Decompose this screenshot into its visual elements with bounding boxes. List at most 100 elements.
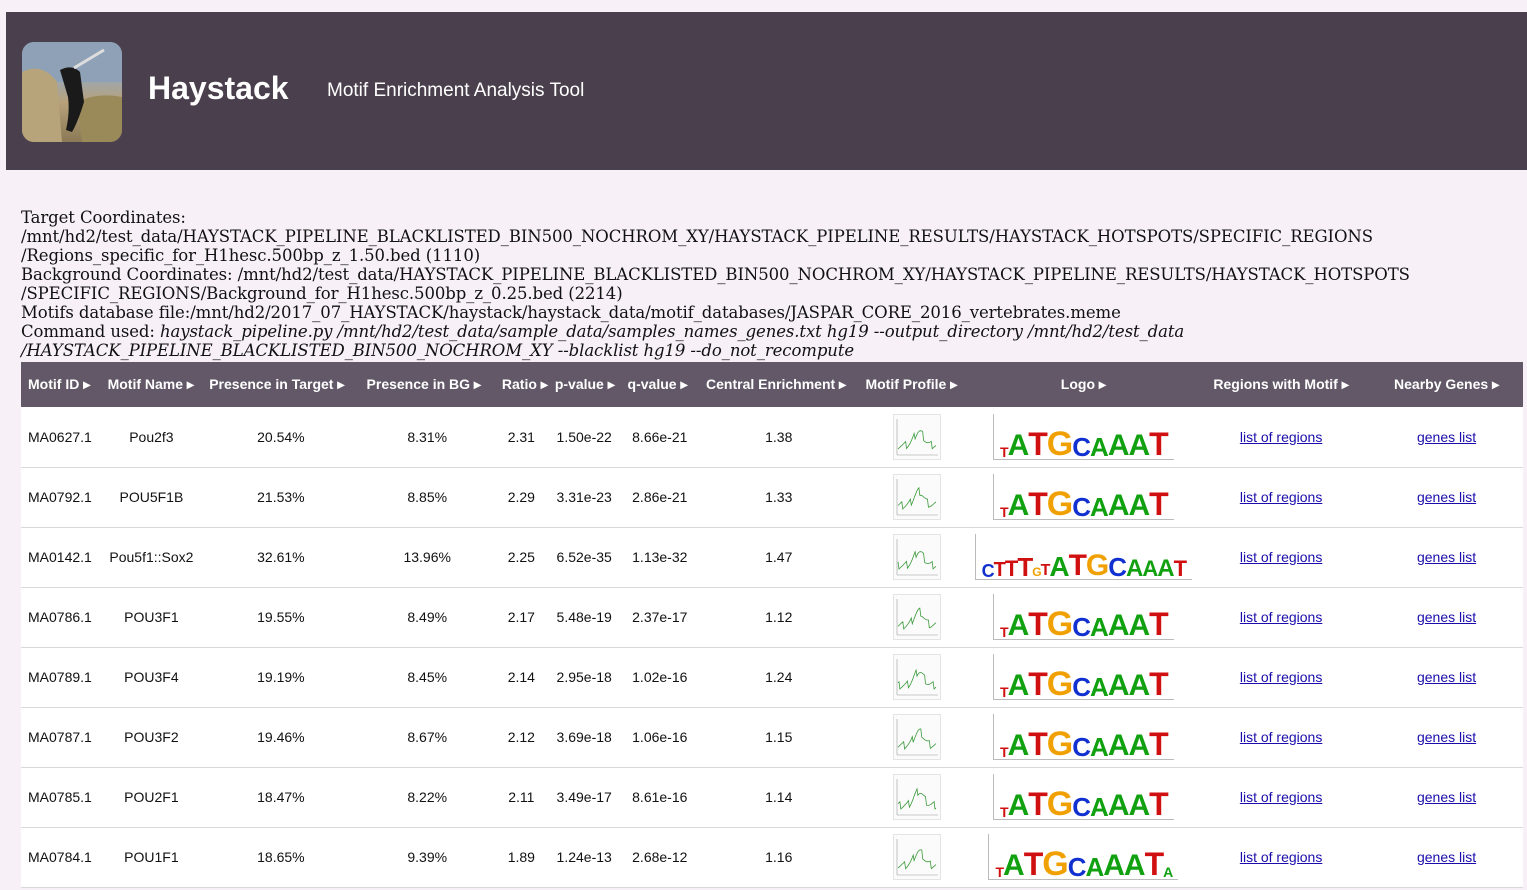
col-ratio[interactable]: Ratio ▸ bbox=[495, 362, 548, 407]
presence-bg-cell: 8.49% bbox=[407, 609, 448, 625]
motif-results-table: Motif ID ▸ Motif Name ▸ Presence in Targ… bbox=[21, 362, 1523, 888]
logo-cell: CTTTGTATGCAAAT bbox=[974, 527, 1193, 587]
p-value-cell: 2.95e-18 bbox=[556, 669, 612, 685]
logo-cell: TATGCAAAT bbox=[975, 467, 1192, 527]
sequence-logo-image[interactable]: TATGCAAAT bbox=[993, 774, 1174, 821]
p-value-cell: 1.24e-13 bbox=[556, 849, 612, 865]
logo-cell: TATGCAAAT bbox=[975, 767, 1192, 827]
table-row: MA0785.1 POU2F1 18.47% 8.22% 2.11 3.49e-17 8.6… bbox=[21, 767, 1523, 827]
motif-profile-thumbnail[interactable] bbox=[892, 654, 941, 700]
ratio-cell: 2.17 bbox=[507, 609, 535, 625]
sequence-logo-image[interactable]: TATGCAAAT bbox=[993, 413, 1174, 461]
list-of-regions-link[interactable]: list of regions bbox=[1240, 729, 1322, 745]
list-of-regions-link[interactable]: list of regions bbox=[1240, 849, 1322, 865]
presence-bg-cell: 8.67% bbox=[407, 729, 448, 745]
genes-list-link[interactable]: genes list bbox=[1417, 609, 1476, 625]
regions-link-cell: list of regions bbox=[1192, 587, 1370, 647]
table-header-row: Motif ID ▸ Motif Name ▸ Presence in Targ… bbox=[21, 362, 1523, 407]
motif-id-cell: MA0784.1 bbox=[28, 849, 92, 865]
haystack-logo-image bbox=[22, 42, 122, 142]
genes-list-link[interactable]: genes list bbox=[1417, 429, 1476, 445]
command-used: Command used: haystack_pipeline.py /mnt/… bbox=[21, 322, 1521, 360]
motif-name-cell: POU3F2 bbox=[124, 729, 179, 745]
motif-profile-thumbnail[interactable] bbox=[892, 594, 941, 640]
genes-link-cell: genes list bbox=[1370, 407, 1523, 467]
sequence-logo-image[interactable]: TATGCAAAT bbox=[993, 594, 1174, 641]
list-of-regions-link[interactable]: list of regions bbox=[1240, 489, 1322, 505]
sequence-logo-image[interactable]: TATGCAAAT bbox=[993, 474, 1174, 521]
col-motif-name[interactable]: Motif Name ▸ bbox=[101, 362, 203, 407]
motif-profile-cell bbox=[858, 647, 974, 707]
logo-cell: TATGCAAATA bbox=[975, 827, 1192, 887]
q-value-cell: 2.37e-17 bbox=[632, 609, 688, 625]
central-enrichment-cell: 1.16 bbox=[765, 849, 793, 865]
list-of-regions-link[interactable]: list of regions bbox=[1240, 609, 1322, 625]
genes-list-link[interactable]: genes list bbox=[1417, 489, 1476, 505]
motif-id-cell: MA0785.1 bbox=[28, 789, 92, 805]
motif-profile-thumbnail[interactable] bbox=[892, 774, 941, 820]
logo-cell: TATGCAAAT bbox=[975, 707, 1192, 767]
q-value-cell: 1.13e-32 bbox=[632, 549, 688, 565]
genes-list-link[interactable]: genes list bbox=[1417, 789, 1476, 805]
genes-list-link[interactable]: genes list bbox=[1417, 729, 1476, 745]
sequence-logo-image[interactable]: TATGCAAAT bbox=[993, 654, 1174, 701]
sequence-logo-image[interactable]: CTTTGTATGCAAAT bbox=[974, 534, 1193, 581]
table-row: MA0627.1 Pou2f3 20.54% 8.31% 2.31 1.50e-22 8.6… bbox=[21, 407, 1523, 467]
genes-link-cell: genes list bbox=[1370, 647, 1523, 707]
col-p-value[interactable]: p-value ▸ bbox=[548, 362, 621, 407]
motifs-label: Motifs database file: bbox=[21, 303, 191, 322]
motif-profile-thumbnail[interactable] bbox=[892, 413, 941, 460]
motif-profile-thumbnail[interactable] bbox=[892, 714, 941, 760]
genes-link-cell: genes list bbox=[1370, 827, 1523, 887]
regions-link-cell: list of regions bbox=[1192, 527, 1370, 587]
motif-name-cell: Pou5f1::Sox2 bbox=[109, 549, 194, 565]
sequence-logo-image[interactable]: TATGCAAAT bbox=[993, 714, 1174, 761]
motif-profile-cell bbox=[858, 767, 974, 827]
ratio-cell: 2.11 bbox=[508, 789, 535, 805]
col-presence-bg[interactable]: Presence in BG ▸ bbox=[360, 362, 495, 407]
regions-link-cell: list of regions bbox=[1192, 827, 1370, 887]
presence-target-cell: 18.47% bbox=[257, 789, 305, 805]
presence-bg-cell: 8.85% bbox=[407, 489, 448, 505]
col-nearby-genes[interactable]: Nearby Genes ▸ bbox=[1370, 362, 1523, 407]
col-central-enrichment[interactable]: Central Enrichment ▸ bbox=[699, 362, 858, 407]
table-row: MA0789.1 POU3F4 19.19% 8.45% 2.14 2.95e-18 1.0… bbox=[21, 647, 1523, 707]
genes-list-link[interactable]: genes list bbox=[1417, 549, 1476, 565]
sequence-logo-image[interactable]: TATGCAAATA bbox=[988, 834, 1179, 881]
q-value-cell: 8.61e-16 bbox=[632, 789, 688, 805]
presence-target-cell: 32.61% bbox=[257, 549, 305, 565]
col-motif-id[interactable]: Motif ID ▸ bbox=[21, 362, 101, 407]
motif-id-cell: MA0786.1 bbox=[28, 609, 92, 625]
motif-name-cell: POU1F1 bbox=[124, 849, 179, 865]
motifs-value: /mnt/hd2/2017_07_HAYSTACK/haystack/hayst… bbox=[190, 303, 1121, 322]
p-value-cell: 5.48e-19 bbox=[556, 609, 612, 625]
app-header: Haystack Motif Enrichment Analysis Tool bbox=[6, 12, 1527, 170]
motif-profile-cell bbox=[858, 587, 974, 647]
motif-name-cell: POU2F1 bbox=[124, 789, 179, 805]
motif-profile-thumbnail[interactable] bbox=[892, 834, 941, 880]
col-presence-target[interactable]: Presence in Target ▸ bbox=[202, 362, 359, 407]
presence-target-cell: 19.55% bbox=[257, 609, 305, 625]
presence-bg-cell: 13.96% bbox=[403, 549, 451, 565]
genes-list-link[interactable]: genes list bbox=[1417, 849, 1476, 865]
list-of-regions-link[interactable]: list of regions bbox=[1240, 669, 1322, 685]
col-logo[interactable]: Logo ▸ bbox=[975, 362, 1192, 407]
genes-link-cell: genes list bbox=[1370, 707, 1523, 767]
presence-bg-cell: 8.45% bbox=[407, 669, 448, 685]
motif-profile-thumbnail[interactable] bbox=[892, 534, 941, 580]
p-value-cell: 6.52e-35 bbox=[556, 549, 612, 565]
list-of-regions-link[interactable]: list of regions bbox=[1240, 789, 1322, 805]
motif-id-cell: MA0789.1 bbox=[28, 669, 92, 685]
list-of-regions-link[interactable]: list of regions bbox=[1240, 429, 1322, 445]
genes-list-link[interactable]: genes list bbox=[1417, 669, 1476, 685]
p-value-cell: 3.31e-23 bbox=[556, 489, 612, 505]
central-enrichment-cell: 1.38 bbox=[765, 428, 793, 445]
motif-profile-thumbnail[interactable] bbox=[892, 474, 941, 520]
target-value: /mnt/hd2/test_data/HAYSTACK_PIPELINE_BLA… bbox=[21, 227, 1373, 265]
list-of-regions-link[interactable]: list of regions bbox=[1240, 549, 1322, 565]
ratio-cell: 2.12 bbox=[507, 729, 535, 745]
col-motif-profile[interactable]: Motif Profile ▸ bbox=[858, 362, 974, 407]
col-regions-with-motif[interactable]: Regions with Motif ▸ bbox=[1192, 362, 1370, 407]
app-subtitle: Motif Enrichment Analysis Tool bbox=[327, 80, 585, 101]
col-q-value[interactable]: q-value ▸ bbox=[621, 362, 699, 407]
